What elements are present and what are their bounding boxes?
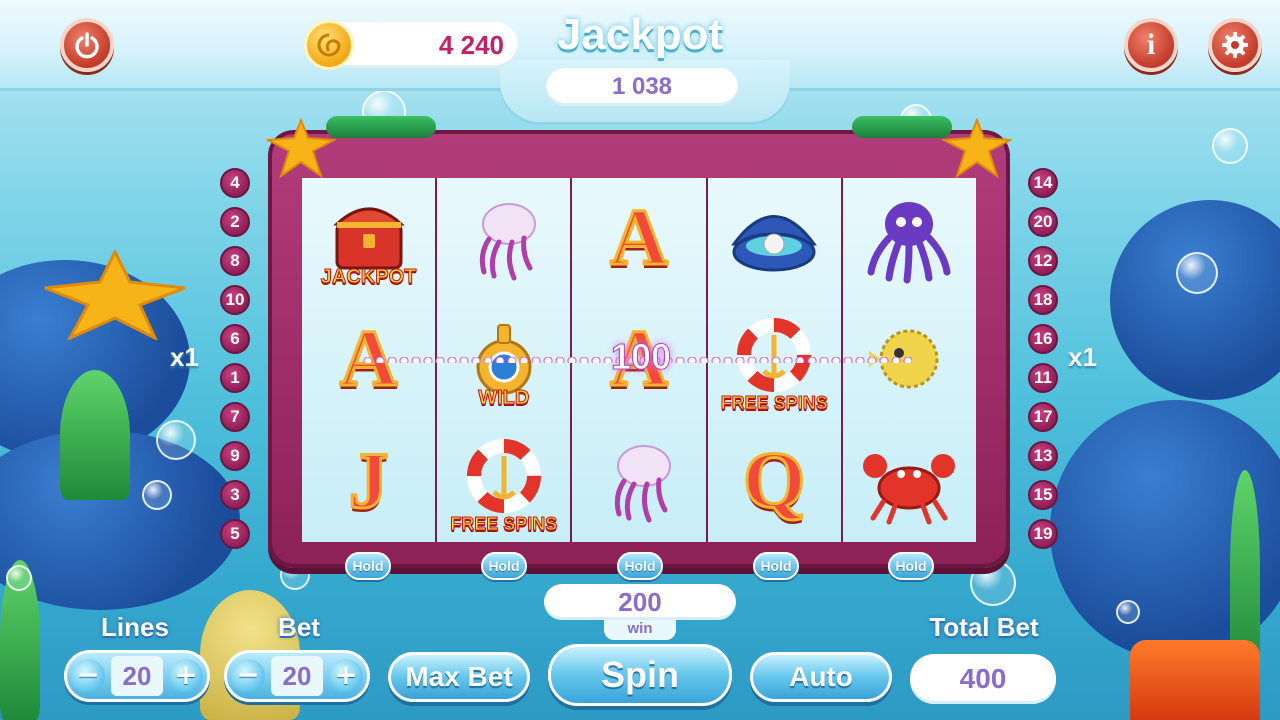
payline-number-right: 12 xyxy=(1028,246,1058,276)
payline-number-right: 17 xyxy=(1028,402,1058,432)
payline-number-right: 11 xyxy=(1028,363,1058,393)
right-rock xyxy=(1110,200,1280,400)
payline-number-left: 9 xyxy=(220,441,250,471)
bubble xyxy=(6,565,32,591)
reel-cell: Q xyxy=(714,425,834,537)
info-icon: i xyxy=(1146,28,1156,61)
bubble xyxy=(1176,252,1218,294)
bubble xyxy=(142,480,172,510)
payline-number-left: 5 xyxy=(220,519,250,549)
total-bet-label: Total Bet xyxy=(929,612,1039,642)
multiplier-right: x1 xyxy=(1068,342,1097,372)
reel-cell: A xyxy=(579,183,699,295)
coin-icon xyxy=(304,20,354,70)
crab-icon xyxy=(863,454,956,525)
lines-label: Lines xyxy=(101,612,169,642)
payline-win-amount: 100 xyxy=(610,336,672,378)
seaweed-left xyxy=(60,370,130,500)
starfish-frame-right xyxy=(942,118,1012,178)
symbol-label: FREE SPINS xyxy=(450,514,558,535)
bubble xyxy=(156,420,196,460)
octopus-icon xyxy=(867,201,951,284)
payline-number-right: 18 xyxy=(1028,285,1058,315)
payline-numbers-left: 4 2 8 10 6 1 7 9 3 5 xyxy=(220,168,250,549)
symbol-label: JACKPOT xyxy=(320,265,417,288)
hold-button-reel-2[interactable]: Hold xyxy=(481,552,527,580)
starfish-left xyxy=(44,250,186,340)
hold-button-reel-4[interactable]: Hold xyxy=(753,552,799,580)
win-label: win xyxy=(604,620,676,640)
payline-number-right: 20 xyxy=(1028,207,1058,237)
symbol-label: FREE SPINS xyxy=(720,392,828,413)
win-amount: 200 xyxy=(544,584,736,620)
payline-number-left: 6 xyxy=(220,324,250,354)
lifebuoy-icon xyxy=(466,439,541,514)
multiplier-left: x1 xyxy=(170,342,199,372)
payline-number-right: 13 xyxy=(1028,441,1058,471)
letter-j-symbol: J xyxy=(347,435,390,526)
bet-label: Bet xyxy=(278,612,320,642)
payline-number-right: 19 xyxy=(1028,519,1058,549)
payline-number-left: 7 xyxy=(220,402,250,432)
payline-number-right: 15 xyxy=(1028,480,1058,510)
payline-number-left: 3 xyxy=(220,480,250,510)
hold-button-reel-3[interactable]: Hold xyxy=(617,552,663,580)
jackpot-value: 1 038 xyxy=(546,68,738,106)
max-bet-button[interactable]: Max Bet xyxy=(388,652,530,702)
payline-numbers-right: 14 20 12 18 16 11 17 13 15 19 xyxy=(1028,168,1058,549)
jellyfish-icon xyxy=(479,202,536,281)
auto-button[interactable]: Auto xyxy=(750,652,892,702)
letter-a-symbol: A xyxy=(609,193,670,284)
reel-cell xyxy=(849,183,969,295)
reel-cell xyxy=(849,425,969,537)
hold-button-reel-5[interactable]: Hold xyxy=(888,552,934,580)
seaweed-frame-left xyxy=(326,116,436,138)
spin-button[interactable]: Spin xyxy=(548,644,732,706)
lines-stepper: − 20 + xyxy=(64,650,210,702)
symbol-label: WILD xyxy=(478,386,530,409)
power-button[interactable] xyxy=(60,18,114,72)
balance-value: 4 240 xyxy=(438,30,504,60)
payline-number-left: 4 xyxy=(220,168,250,198)
reel-cell: FREE SPINS xyxy=(444,425,564,537)
bet-increase-button[interactable]: + xyxy=(329,659,363,693)
payline-number-left: 2 xyxy=(220,207,250,237)
total-bet-value: 400 xyxy=(910,654,1056,704)
payline-number-right: 16 xyxy=(1028,324,1058,354)
jellyfish-icon xyxy=(614,445,671,523)
bet-decrease-button[interactable]: − xyxy=(231,659,265,693)
pearl-shell-icon xyxy=(731,214,818,272)
bubble xyxy=(1212,128,1248,164)
letter-q-symbol: Q xyxy=(742,435,807,526)
lines-decrease-button[interactable]: − xyxy=(71,659,105,693)
coral-right xyxy=(1130,640,1260,720)
power-icon xyxy=(75,32,99,59)
bubble xyxy=(1116,600,1140,624)
bet-value: 20 xyxy=(271,656,323,696)
hold-button-reel-1[interactable]: Hold xyxy=(345,552,391,580)
payline-number-left: 10 xyxy=(220,285,250,315)
payline-number-left: 8 xyxy=(220,246,250,276)
seaweed-frame-right xyxy=(852,116,952,138)
gear-icon xyxy=(1222,32,1248,58)
bet-stepper: − 20 + xyxy=(224,650,370,702)
reel-cell: J xyxy=(309,425,429,537)
payline-number-left: 1 xyxy=(220,363,250,393)
lines-value: 20 xyxy=(111,656,163,696)
lines-increase-button[interactable]: + xyxy=(169,659,203,693)
reel-cell: JACKPOT xyxy=(309,183,429,295)
payline-number-right: 14 xyxy=(1028,168,1058,198)
jackpot-title: Jackpot xyxy=(556,10,724,59)
info-button[interactable]: i xyxy=(1124,18,1178,72)
reel-cell xyxy=(579,425,699,537)
reel-cell xyxy=(444,183,564,295)
reel-cell xyxy=(714,183,834,295)
settings-button[interactable] xyxy=(1208,18,1262,72)
